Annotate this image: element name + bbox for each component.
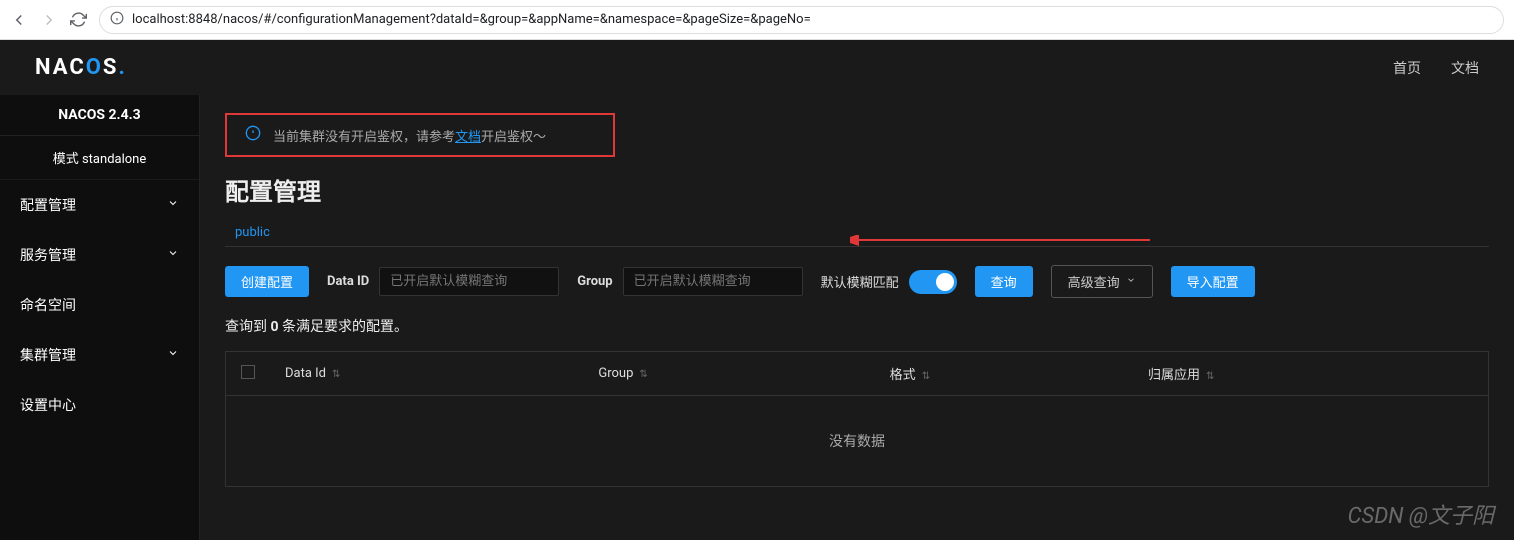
nav-doc[interactable]: 文档 bbox=[1451, 58, 1479, 78]
page-title: 配置管理 bbox=[225, 172, 1489, 207]
col-format[interactable]: 格式⇅ bbox=[875, 352, 1133, 396]
sidebar-item-label: 命名空间 bbox=[20, 295, 76, 315]
auth-notice: 当前集群没有开启鉴权，请参考文档开启鉴权～ bbox=[225, 113, 615, 157]
forward-icon[interactable] bbox=[40, 11, 58, 29]
sidebar-item-cluster[interactable]: 集群管理 bbox=[0, 330, 199, 380]
sidebar-item-namespace[interactable]: 命名空间 bbox=[0, 280, 199, 330]
url-text: localhost:8848/nacos/#/configurationMana… bbox=[132, 12, 811, 27]
sidebar-version: NACOS 2.4.3 bbox=[0, 95, 199, 136]
info-icon bbox=[110, 11, 124, 29]
group-input[interactable] bbox=[623, 267, 803, 296]
advanced-query-button[interactable]: 高级查询 bbox=[1051, 265, 1153, 298]
chevron-down-icon bbox=[167, 247, 179, 263]
sidebar-item-service[interactable]: 服务管理 bbox=[0, 230, 199, 280]
sort-icon: ⇅ bbox=[639, 369, 647, 380]
nav-home[interactable]: 首页 bbox=[1393, 58, 1421, 78]
query-button[interactable]: 查询 bbox=[975, 266, 1033, 297]
result-summary: 查询到 0 条满足要求的配置。 bbox=[225, 316, 1489, 336]
sidebar-mode: 模式 standalone bbox=[0, 136, 199, 180]
sidebar-item-label: 服务管理 bbox=[20, 245, 76, 265]
table-empty: 没有数据 bbox=[226, 396, 1489, 487]
browser-toolbar: localhost:8848/nacos/#/configurationMana… bbox=[0, 0, 1514, 40]
app-header: NACOS. 首页 文档 bbox=[0, 40, 1514, 95]
sort-icon: ⇅ bbox=[922, 371, 930, 382]
fuzzy-toggle[interactable] bbox=[909, 270, 957, 294]
chevron-down-icon bbox=[1126, 274, 1136, 289]
nacos-logo: NACOS. bbox=[35, 55, 127, 80]
config-table: Data Id⇅ Group⇅ 格式⇅ 归属应用⇅ 没有数据 bbox=[225, 351, 1489, 487]
sidebar-item-label: 设置中心 bbox=[20, 395, 76, 415]
chevron-down-icon bbox=[167, 197, 179, 213]
namespace-public-tab[interactable]: public bbox=[235, 225, 270, 240]
data-id-input[interactable] bbox=[379, 267, 559, 296]
sort-icon: ⇅ bbox=[332, 369, 340, 380]
create-config-button[interactable]: 创建配置 bbox=[225, 266, 309, 297]
chevron-down-icon bbox=[167, 347, 179, 363]
sidebar-item-config[interactable]: 配置管理 bbox=[0, 180, 199, 230]
select-all-col[interactable] bbox=[226, 352, 271, 396]
import-config-button[interactable]: 导入配置 bbox=[1171, 266, 1255, 297]
url-bar[interactable]: localhost:8848/nacos/#/configurationMana… bbox=[99, 6, 1504, 34]
main-content: 当前集群没有开启鉴权，请参考文档开启鉴权～ 配置管理 public 创建配置 D… bbox=[200, 95, 1514, 540]
sidebar-item-settings[interactable]: 设置中心 bbox=[0, 380, 199, 430]
notice-text: 当前集群没有开启鉴权，请参考文档开启鉴权～ bbox=[273, 126, 546, 145]
reload-icon[interactable] bbox=[70, 11, 87, 28]
fuzzy-toggle-label: 默认模糊匹配 bbox=[821, 272, 899, 291]
sort-icon: ⇅ bbox=[1206, 371, 1214, 382]
col-data-id[interactable]: Data Id⇅ bbox=[270, 352, 583, 396]
sidebar-item-label: 配置管理 bbox=[20, 195, 76, 215]
sidebar: NACOS 2.4.3 模式 standalone 配置管理 服务管理 命名空间… bbox=[0, 95, 200, 540]
info-icon bbox=[245, 125, 261, 145]
doc-link[interactable]: 文档 bbox=[455, 130, 481, 145]
col-group[interactable]: Group⇅ bbox=[583, 352, 874, 396]
group-label: Group bbox=[577, 274, 612, 289]
sidebar-item-label: 集群管理 bbox=[20, 345, 76, 365]
search-bar: 创建配置 Data ID Group 默认模糊匹配 查询 高级查询 导入配置 bbox=[225, 265, 1489, 298]
col-app[interactable]: 归属应用⇅ bbox=[1133, 352, 1489, 396]
namespace-tabs: public bbox=[225, 219, 1489, 247]
data-id-label: Data ID bbox=[327, 274, 369, 289]
back-icon[interactable] bbox=[10, 11, 28, 29]
